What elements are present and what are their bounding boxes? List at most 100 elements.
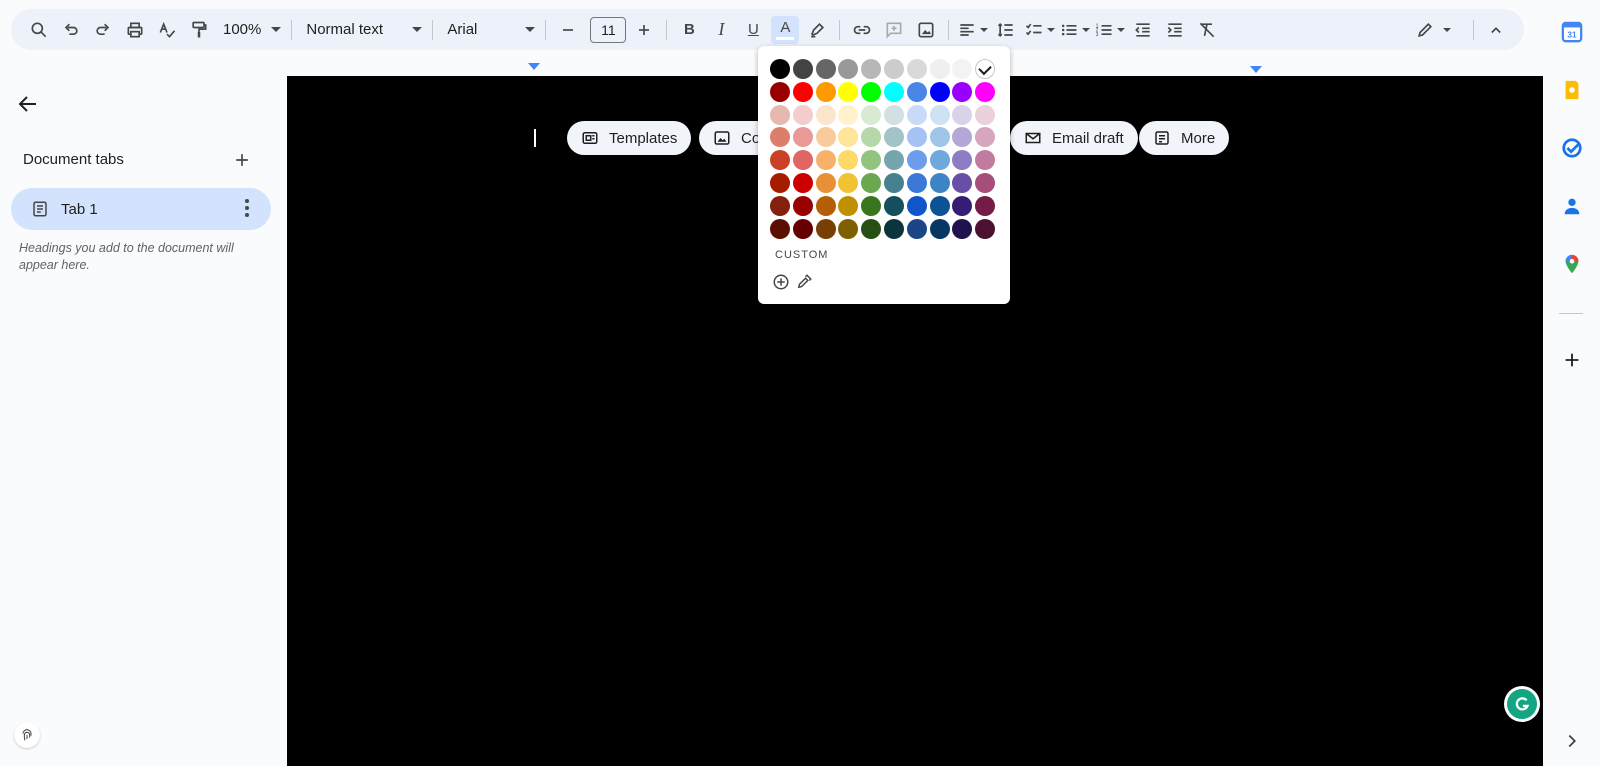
color-swatch[interactable] — [792, 195, 813, 216]
more-vert-icon[interactable] — [245, 199, 249, 220]
color-swatch[interactable] — [770, 59, 790, 79]
color-swatch[interactable] — [815, 172, 836, 193]
tasks-icon[interactable] — [1561, 137, 1583, 159]
contacts-icon[interactable] — [1561, 195, 1583, 217]
color-swatch[interactable] — [861, 127, 882, 148]
add-icon[interactable] — [1561, 349, 1583, 371]
line-spacing-icon[interactable] — [992, 16, 1020, 44]
color-swatch[interactable] — [883, 150, 904, 171]
email-draft-chip[interactable]: Email draft — [1010, 121, 1138, 155]
color-swatch[interactable] — [883, 195, 904, 216]
color-swatch[interactable] — [792, 81, 813, 102]
add-comment-icon[interactable] — [880, 16, 908, 44]
paint-format-icon[interactable] — [185, 16, 213, 44]
color-swatch[interactable] — [792, 218, 813, 239]
grammarly-icon[interactable] — [1507, 689, 1537, 719]
color-swatch[interactable] — [975, 150, 996, 171]
color-swatch[interactable] — [929, 127, 950, 148]
editing-mode-icon[interactable] — [1409, 16, 1457, 44]
color-swatch[interactable] — [792, 59, 813, 79]
color-swatch[interactable] — [861, 104, 882, 125]
left-indent-marker[interactable] — [528, 63, 540, 70]
decrease-indent-icon[interactable] — [1129, 16, 1157, 44]
color-swatch[interactable] — [838, 127, 859, 148]
color-swatch[interactable] — [770, 104, 790, 125]
color-swatch[interactable] — [952, 127, 973, 148]
increase-font-icon[interactable] — [630, 16, 658, 44]
color-swatch[interactable] — [929, 195, 950, 216]
color-swatch[interactable] — [838, 150, 859, 171]
color-swatch[interactable] — [883, 172, 904, 193]
color-swatch[interactable] — [883, 81, 904, 102]
highlight-icon[interactable] — [803, 16, 831, 44]
undo-icon[interactable] — [57, 16, 85, 44]
color-swatch[interactable] — [929, 81, 950, 102]
underline-icon[interactable]: U — [739, 16, 767, 44]
color-swatch[interactable] — [861, 150, 882, 171]
print-icon[interactable] — [121, 16, 149, 44]
search-icon[interactable] — [25, 16, 53, 44]
color-swatch[interactable] — [838, 104, 859, 125]
color-swatch[interactable] — [838, 218, 859, 239]
color-swatch[interactable] — [975, 127, 996, 148]
color-swatch[interactable] — [952, 150, 973, 171]
color-swatch[interactable] — [792, 104, 813, 125]
clear-format-icon[interactable] — [1193, 16, 1221, 44]
color-swatch[interactable] — [815, 150, 836, 171]
color-swatch[interactable] — [815, 81, 836, 102]
color-swatch[interactable] — [861, 195, 882, 216]
tab-item[interactable]: Tab 1 — [11, 188, 271, 230]
color-swatch[interactable] — [770, 195, 790, 216]
bullet-list-icon[interactable] — [1059, 16, 1091, 44]
color-swatch[interactable] — [952, 218, 973, 239]
increase-indent-icon[interactable] — [1161, 16, 1189, 44]
checklist-icon[interactable] — [1024, 16, 1056, 44]
add-tab-icon[interactable] — [232, 150, 252, 170]
color-swatch[interactable] — [952, 104, 973, 125]
color-swatch[interactable] — [861, 59, 882, 79]
image-icon[interactable] — [912, 16, 940, 44]
color-swatch[interactable] — [975, 81, 996, 102]
bold-icon[interactable]: B — [675, 16, 703, 44]
color-swatch[interactable] — [906, 59, 927, 79]
color-swatch[interactable] — [906, 81, 927, 102]
color-swatch[interactable] — [929, 218, 950, 239]
color-swatch[interactable] — [975, 104, 996, 125]
color-swatch[interactable] — [952, 195, 973, 216]
zoom-select[interactable]: 100% — [217, 16, 287, 44]
color-swatch[interactable] — [838, 59, 859, 79]
color-swatch[interactable] — [838, 195, 859, 216]
color-swatch[interactable] — [883, 59, 904, 79]
back-arrow-icon[interactable] — [16, 92, 40, 116]
color-swatch[interactable] — [975, 59, 996, 79]
color-swatch[interactable] — [975, 218, 996, 239]
color-swatch[interactable] — [770, 127, 790, 148]
more-chip[interactable]: More — [1139, 121, 1230, 155]
decrease-font-icon[interactable] — [554, 16, 582, 44]
calendar-icon[interactable]: 31 — [1561, 21, 1583, 43]
style-select[interactable]: Normal text — [300, 16, 428, 44]
color-swatch[interactable] — [770, 218, 790, 239]
font-select[interactable]: Arial — [441, 16, 541, 44]
color-swatch[interactable] — [883, 127, 904, 148]
color-swatch[interactable] — [975, 172, 996, 193]
align-icon[interactable] — [957, 16, 989, 44]
text-color-icon[interactable]: A — [771, 15, 800, 44]
color-swatch[interactable] — [883, 218, 904, 239]
maps-icon[interactable] — [1561, 253, 1583, 275]
color-swatch[interactable] — [861, 81, 882, 102]
color-swatch[interactable] — [770, 150, 790, 171]
color-swatch[interactable] — [792, 127, 813, 148]
color-swatch[interactable] — [815, 195, 836, 216]
color-swatch[interactable] — [906, 150, 927, 171]
color-swatch[interactable] — [906, 127, 927, 148]
spellcheck-icon[interactable] — [153, 16, 181, 44]
color-swatch[interactable] — [770, 172, 790, 193]
fingerprint-icon[interactable] — [14, 722, 40, 748]
font-size-input[interactable]: 11 — [590, 16, 627, 43]
color-swatch[interactable] — [770, 81, 790, 102]
color-swatch[interactable] — [929, 59, 950, 79]
color-swatch[interactable] — [929, 104, 950, 125]
color-swatch[interactable] — [861, 218, 882, 239]
eyedropper-icon[interactable] — [795, 273, 813, 291]
